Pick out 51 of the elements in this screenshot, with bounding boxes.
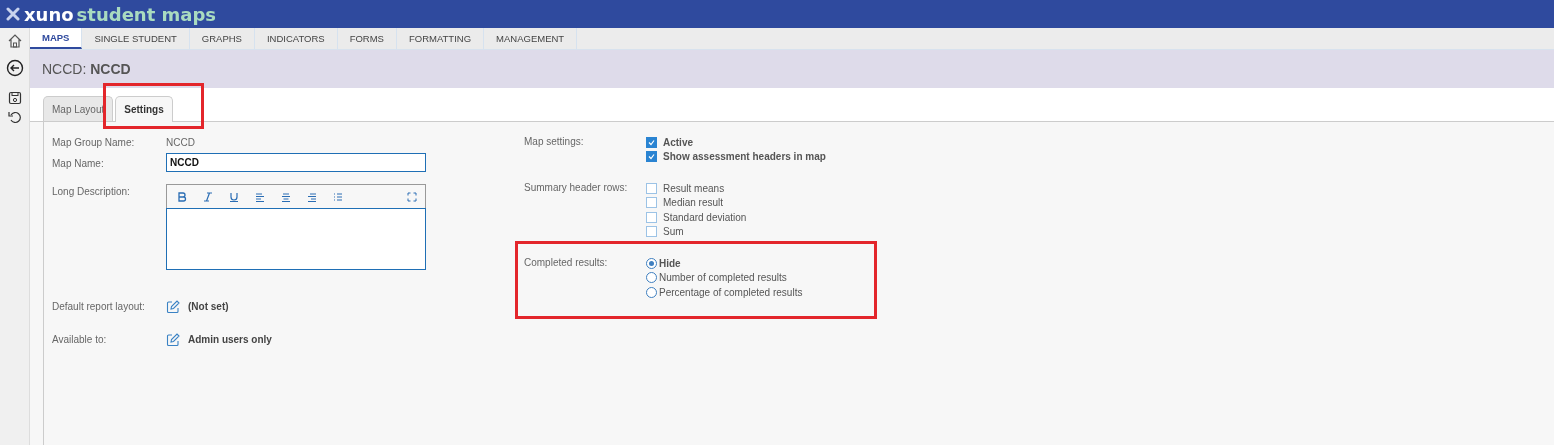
back-icon[interactable]	[5, 59, 24, 77]
field-label: Available to:	[52, 334, 108, 345]
settings-tab[interactable]: Settings	[115, 96, 173, 122]
checkbox[interactable]	[646, 136, 657, 148]
option-label: Standard deviation	[663, 211, 747, 223]
field-label: Map Name:	[52, 158, 105, 169]
checkbox[interactable]	[646, 226, 657, 238]
page-title: NCCD: NCCD	[42, 61, 131, 77]
fullscreen-icon[interactable]	[407, 191, 417, 202]
checkbox[interactable]	[646, 197, 657, 209]
product-name: student maps	[76, 3, 217, 25]
bold-icon[interactable]	[177, 191, 187, 202]
app-logo: xuno	[24, 3, 74, 25]
option-label: Hide	[659, 257, 681, 269]
option-label: Number of completed results	[659, 272, 787, 284]
underline-icon[interactable]	[229, 191, 239, 202]
option-label: Percentage of completed results	[659, 286, 803, 298]
checkbox[interactable]	[646, 151, 657, 163]
home-icon[interactable]	[6, 33, 23, 49]
italic-icon[interactable]	[203, 191, 213, 202]
align-right-icon[interactable]	[307, 191, 317, 202]
map-name-field[interactable]: NCCD	[166, 153, 426, 172]
option-label: Show assessment headers in map	[663, 151, 826, 163]
align-left-icon[interactable]	[255, 191, 265, 202]
radio-button[interactable]	[646, 257, 657, 269]
option-label: Median result	[663, 197, 724, 209]
radio-button[interactable]	[646, 272, 657, 284]
field-value: NCCD	[166, 137, 195, 148]
option-label: Sum	[663, 226, 684, 238]
align-center-icon[interactable]	[281, 191, 291, 202]
checkbox[interactable]	[646, 182, 657, 194]
option-label: Active	[663, 136, 693, 148]
field-value: (Not set)	[188, 301, 229, 312]
undo-icon[interactable]	[7, 110, 22, 124]
field-label: Map Group Name:	[52, 137, 136, 148]
section-label: Completed results:	[524, 257, 609, 270]
option-label: Result means	[663, 182, 725, 194]
save-icon[interactable]	[7, 91, 22, 105]
field-label: Default report layout:	[52, 301, 146, 312]
edit-icon[interactable]	[166, 332, 180, 347]
section-label: Map settings:	[524, 136, 585, 149]
radio-button[interactable]	[646, 286, 657, 298]
nav-tab[interactable]: MAPS	[30, 28, 83, 49]
field-label: Long Description:	[52, 186, 131, 197]
checkbox[interactable]	[646, 211, 657, 223]
settings-tab[interactable]: Map Layout	[43, 96, 114, 121]
description-editor[interactable]	[166, 184, 426, 270]
field-value: Admin users only	[188, 334, 272, 345]
edit-icon[interactable]	[166, 299, 180, 314]
logo-icon	[6, 7, 20, 21]
section-label: Summary header rows:	[524, 182, 629, 195]
